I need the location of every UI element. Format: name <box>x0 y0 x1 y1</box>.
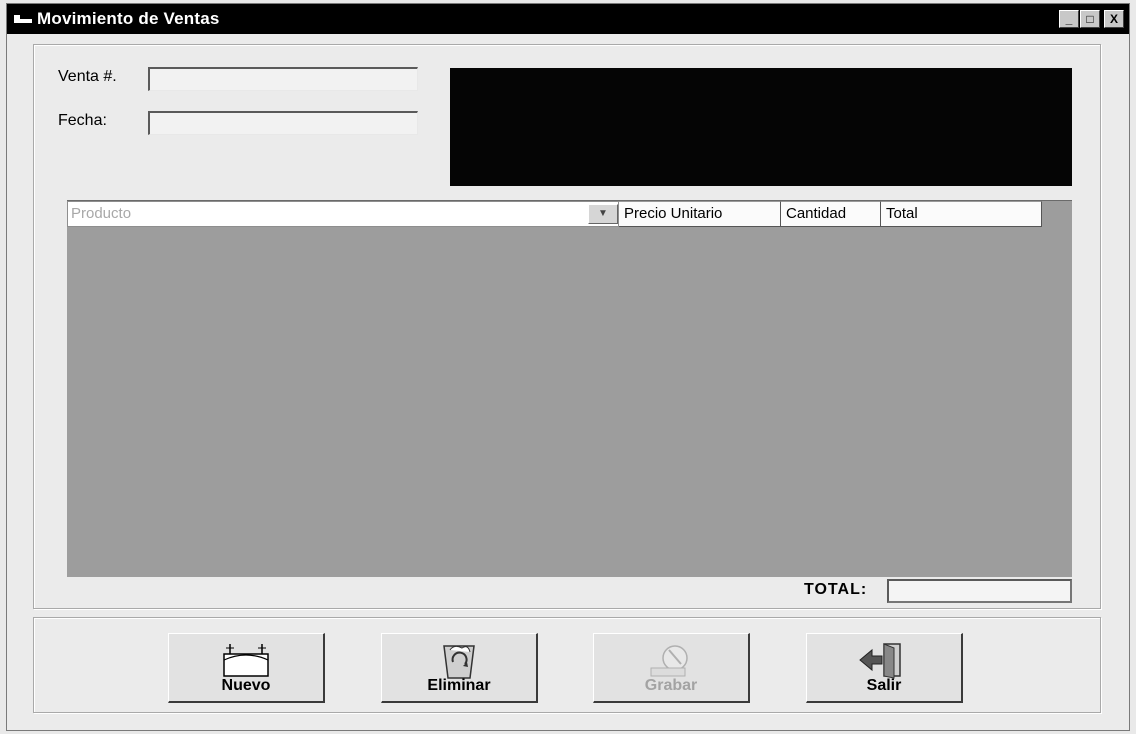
column-header-precio: Precio Unitario <box>619 201 781 227</box>
maximize-button[interactable]: □ <box>1080 10 1100 28</box>
main-window: Movimiento de Ventas _ □ X Venta #. Fech… <box>6 3 1130 731</box>
fecha-label: Fecha: <box>58 112 107 129</box>
new-record-icon <box>223 644 269 677</box>
nuevo-button-label: Nuevo <box>221 677 271 694</box>
nuevo-button[interactable]: Nuevo <box>168 633 325 703</box>
venta-label: Venta #. <box>58 68 117 85</box>
eliminar-button-label: Eliminar <box>427 677 491 694</box>
exit-door-icon <box>859 643 901 679</box>
minimize-button[interactable]: _ <box>1059 10 1079 28</box>
display-panel <box>450 68 1072 186</box>
grabar-button[interactable]: Grabar <box>593 633 750 703</box>
window-title: Movimiento de Ventas <box>37 9 220 28</box>
grabar-button-label: Grabar <box>644 677 698 694</box>
column-header-cantidad: Cantidad <box>781 201 881 227</box>
column-header-total: Total <box>881 201 1042 227</box>
grid-header: Producto ▼ Precio Unitario Cantidad Tota… <box>67 201 1042 227</box>
salir-button-label: Salir <box>866 677 902 694</box>
product-combo[interactable]: Producto ▼ <box>67 201 619 227</box>
app-icon <box>14 15 32 23</box>
chevron-down-icon[interactable]: ▼ <box>588 204 618 224</box>
fecha-field[interactable] <box>148 111 418 135</box>
product-combo-placeholder: Producto <box>71 205 132 222</box>
recycle-bin-icon <box>443 645 475 679</box>
title-bar[interactable]: Movimiento de Ventas _ □ X <box>7 4 1129 34</box>
save-disk-icon <box>650 645 688 677</box>
eliminar-button[interactable]: Eliminar <box>381 633 538 703</box>
close-button[interactable]: X <box>1104 10 1124 28</box>
salir-button[interactable]: Salir <box>806 633 963 703</box>
venta-number-field[interactable] <box>148 67 418 91</box>
total-field[interactable] <box>887 579 1072 603</box>
sales-grid[interactable]: Producto ▼ Precio Unitario Cantidad Tota… <box>67 200 1072 577</box>
total-label: TOTAL: <box>804 581 868 598</box>
